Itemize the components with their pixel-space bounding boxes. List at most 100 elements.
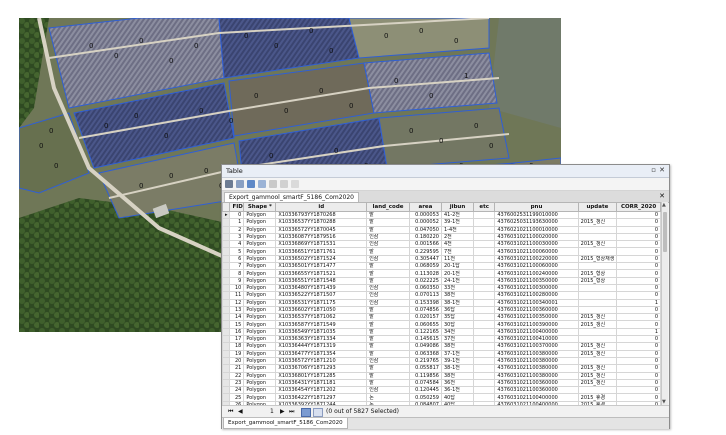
table-row[interactable]: 14 Polygon X10336537YY1871062 밭 0.020157 35답 4… [222,313,661,322]
column-header[interactable]: land_code [366,202,410,212]
row-selector[interactable] [222,320,231,329]
options-menu-icon[interactable] [225,180,233,188]
show-selected-records-icon[interactable] [313,408,323,417]
row-selector[interactable] [222,247,231,256]
column-header[interactable]: update [577,202,618,212]
table-row[interactable]: 17 Polygon X10336363YY1871334 밭 0.145615 37전 4… [222,335,661,344]
table-cell [577,225,618,234]
table-row[interactable]: 16 Polygon X10336549YY1871035 밭 0.122165 34전 4… [222,327,661,337]
row-selector[interactable] [222,298,231,307]
last-record-icon[interactable]: ⏭ [289,406,294,417]
row-selector-header[interactable] [222,202,231,212]
table-row[interactable]: 13 Polygon X10336602YY1871050 밭 0.074856 36답 4… [222,305,661,315]
close-icon[interactable]: ✕ [659,166,665,174]
row-selector[interactable] [222,276,231,285]
switch-selection-icon[interactable] [258,180,266,188]
table-row[interactable]: 1 Polygon X10336537YY1870288 밭 0.000052 39-1전… [222,218,661,227]
row-selector[interactable] [222,232,231,242]
table-row[interactable]: 2 Polygon X10336572YY1870045 밭 0.047050 1-4전 4… [222,225,661,234]
row-selector[interactable] [222,393,231,402]
row-selector[interactable]: ▸ [222,210,231,220]
table-cell: Polygon [243,210,277,220]
next-record-icon[interactable]: ▶ [280,406,285,417]
table-row[interactable]: ▸ 0 Polygon X10336793YY1870268 밭 0.000053 41-2… [222,210,661,220]
row-selector[interactable] [222,349,231,358]
table-cell: 1-4전 [440,225,475,234]
table-row[interactable]: 6 Polygon X10336502YY1871524 인삼 0.305447 11전 4… [222,254,661,264]
scrollbar-thumb[interactable] [663,212,667,252]
table-row[interactable]: 21 Polygon X10336706YY1871293 밭 0.055817 38-1… [222,364,661,373]
attribute-table-window[interactable]: Table ▫ ✕ Export_gammool_smartF_5186_Com… [221,164,670,429]
table-row[interactable]: 18 Polygon X10336444YY1871319 밭 0.049086 38전 4… [222,342,661,351]
row-selector[interactable] [222,254,231,264]
table-row[interactable]: 15 Polygon X10336587YY1871549 밭 0.060655 30답 4… [222,320,661,329]
table-cell [472,210,496,220]
column-header[interactable]: FID [229,202,245,212]
row-selector[interactable] [222,371,231,380]
table-row[interactable]: 23 Polygon X10336431YY1871181 밭 0.074584 36전 4… [222,378,661,388]
row-selector[interactable] [222,378,231,388]
row-selector[interactable] [222,291,231,300]
row-selector[interactable] [222,262,231,271]
table-row[interactable]: 11 Polygon X10336522YY1871507 인삼 0.070113 38전… [222,291,661,300]
row-selector[interactable] [222,218,231,227]
zoom-to-selected-icon[interactable] [280,180,288,188]
row-selector[interactable] [222,240,231,249]
column-header[interactable]: jibun [440,202,475,212]
table-row[interactable]: 7 Polygon X10336501YY1871477 밭 0.068059 20-1답… [222,262,661,271]
pin-icon[interactable]: ▫ [651,166,656,174]
table-row[interactable]: 4 Polygon X10336869YY1871531 인삼 0.001566 4전 43… [222,240,661,249]
table-cell: 11전 [440,254,475,264]
row-selector[interactable] [222,283,231,293]
vertical-scrollbar[interactable]: ▲ ▼ [661,202,668,405]
parcel-label: 0 [49,127,53,135]
table-row[interactable]: 12 Polygon X10336531YY1871175 인삼 0.153398 38-… [222,298,661,307]
table-tab[interactable]: Export_gammool_smartF_5186_Com2020 [224,192,359,202]
table-status-tab[interactable]: Export_gammool_smartF_5186_Com2020 [223,418,348,429]
table-cell: 24-1전 [440,276,475,285]
table-cell: 인삼 [366,240,410,249]
table-row[interactable]: 5 Polygon X10336651YY1871761 밭 0.229595 7전 437… [222,247,661,256]
related-tables-icon[interactable] [247,180,255,188]
row-selector[interactable] [222,305,231,315]
row-selector[interactable] [222,327,231,337]
table-row[interactable]: 19 Polygon X10336477YY1871354 밭 0.063368 37-1… [222,349,661,358]
row-selector[interactable] [222,342,231,351]
column-header[interactable]: area [408,202,442,212]
show-all-records-icon[interactable] [301,408,311,417]
column-header[interactable]: pnu [494,202,579,212]
table-row[interactable]: 8 Polygon X10336655YY1871521 밭 0.113028 20-1전… [222,269,661,278]
clear-selection-icon[interactable] [269,180,277,188]
close-tab-icon[interactable]: ✕ [659,192,665,200]
table-cell [472,232,496,242]
column-header[interactable]: CORR_2020 [616,202,661,212]
table-row[interactable]: 22 Polygon X10336801YY1871285 밭 0.119856 38전 4… [222,371,661,380]
row-selector[interactable] [222,335,231,344]
table-row[interactable]: 3 Polygon X10336087YY1879516 인삼 0.180220 2전 43… [222,232,661,242]
table-cell: 20-1답 [440,262,475,271]
row-selector[interactable] [222,386,231,395]
scroll-up-icon[interactable]: ▲ [662,202,666,208]
table-row[interactable]: 20 Polygon X10336572YY1871210 인삼 0.219765 39-… [222,356,661,366]
table-cell: 인삼 [366,291,410,300]
row-selector[interactable] [222,364,231,373]
row-selector[interactable] [222,269,231,278]
delete-selected-icon[interactable] [291,180,299,188]
table-cell: 2015_휴경 [577,393,618,402]
select-by-attributes-icon[interactable] [236,180,244,188]
row-selector[interactable] [222,225,231,234]
table-row[interactable]: 25 Polygon X10336422YY1871297 논 0.050259 40답 4… [222,393,661,402]
window-titlebar[interactable]: Table ▫ ✕ [222,165,669,178]
table-row[interactable]: 10 Polygon X10336480YY1871439 인삼 0.060350 33전… [222,283,661,293]
previous-record-icon[interactable]: ◀ [238,406,243,417]
table-row[interactable]: 24 Polygon X10336454YY1871202 인삼 0.120445 36-… [222,386,661,395]
first-record-icon[interactable]: ⏮ [228,406,233,417]
column-header[interactable]: id [275,202,368,212]
row-selector[interactable] [222,356,231,366]
attribute-grid[interactable]: FID Shape * id land_code area jibun etc pnu upda… [222,202,661,405]
current-record-field[interactable]: 1 [270,406,274,417]
column-header[interactable]: etc [472,202,496,212]
row-selector[interactable] [222,313,231,322]
column-header[interactable]: Shape * [243,202,277,212]
table-row[interactable]: 9 Polygon X10336551YY1871548 밭 0.022225 24-1전… [222,276,661,285]
